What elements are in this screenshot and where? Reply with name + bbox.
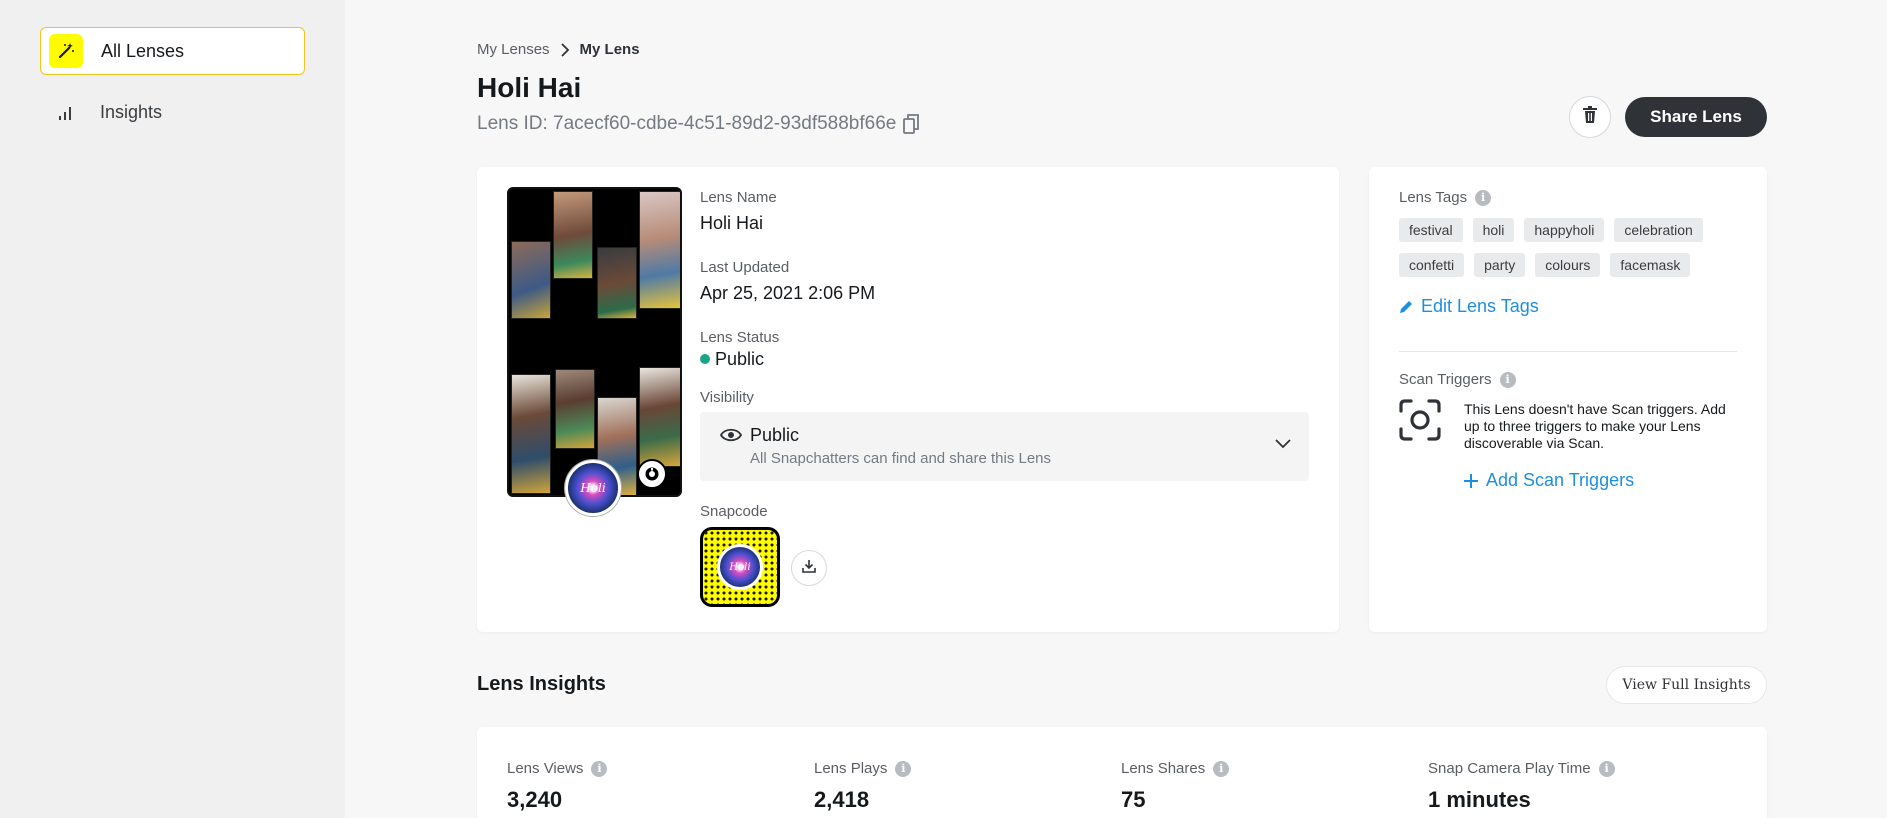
info-icon[interactable]: i (895, 760, 912, 777)
edit-lens-tags-label: Edit Lens Tags (1421, 296, 1539, 316)
tag-chip: facemask (1610, 253, 1691, 277)
stat-label-row: Lens Plays i (814, 760, 912, 777)
sidebar-item-label: Insights (100, 101, 163, 122)
add-scan-triggers-link[interactable]: Add Scan Triggers (1464, 470, 1634, 491)
stat-value: 1 minutes (1428, 787, 1531, 812)
lens-insights-title: Lens Insights (477, 673, 606, 695)
scan-triggers-label: Scan Triggers (1399, 371, 1492, 388)
stat-label-row: Lens Views i (507, 760, 608, 777)
tag-list: festival holi happyholi celebration conf… (1399, 218, 1749, 277)
scan-triggers-description: This Lens doesn't have Scan triggers. Ad… (1464, 401, 1726, 451)
pencil-icon (1399, 300, 1421, 314)
preview-tile (553, 191, 593, 279)
stat-label: Lens Plays (814, 760, 888, 777)
snapcode-image[interactable]: Holi (700, 527, 780, 607)
stat-label: Lens Views (507, 760, 584, 777)
breadcrumb-parent-link[interactable]: My Lenses (477, 41, 550, 58)
lens-id-text: Lens ID: 7acecf60-cdbe-4c51-89d2-93df588… (477, 113, 897, 134)
edit-lens-tags-link[interactable]: Edit Lens Tags (1399, 296, 1539, 317)
info-icon[interactable]: i (1213, 760, 1230, 777)
breadcrumb-current: My Lens (579, 41, 640, 58)
visibility-value: Public (750, 425, 800, 445)
stat-label-row: Lens Shares i (1121, 760, 1230, 777)
eye-icon (719, 427, 743, 448)
scan-triggers-heading: Scan Triggers i (1399, 371, 1516, 388)
tag-chip: happyholi (1524, 218, 1605, 242)
add-scan-triggers-label: Add Scan Triggers (1486, 470, 1635, 490)
download-snapcode-button[interactable] (791, 550, 827, 586)
scan-icon (1399, 399, 1441, 446)
lens-preview-image[interactable] (507, 187, 682, 497)
magic-wand-icon (49, 34, 83, 68)
stat-label: Lens Shares (1121, 760, 1206, 777)
snapcode-lens-icon: Holi (717, 544, 763, 590)
preview-tile (555, 369, 595, 449)
sidebar: All Lenses Insights (0, 0, 345, 818)
stat-lens-shares: Lens Shares i 75 (1121, 760, 1230, 813)
stat-label: Snap Camera Play Time (1428, 760, 1591, 777)
snapcode-icon-text: Holi (729, 561, 751, 573)
copy-icon[interactable] (903, 114, 920, 134)
view-full-insights-button[interactable]: View Full Insights (1606, 666, 1767, 704)
lens-details-card: Holi Lens Name Holi Hai Last Updated Apr… (477, 167, 1339, 632)
tag-chip: colours (1535, 253, 1601, 277)
stat-lens-views: Lens Views i 3,240 (507, 760, 608, 813)
camera-icon[interactable] (637, 459, 667, 489)
sidebar-item-insights[interactable]: Insights (40, 88, 305, 136)
last-updated-label: Last Updated (700, 259, 790, 276)
info-icon[interactable]: i (1475, 189, 1492, 206)
tag-chip: party (1474, 253, 1526, 277)
stat-value: 2,418 (814, 787, 870, 812)
visibility-label: Visibility (700, 389, 754, 406)
visibility-dropdown[interactable]: Public All Snapchatters can find and sha… (700, 412, 1309, 481)
lens-tags-label: Lens Tags (1399, 189, 1468, 206)
page-title: Holi Hai (477, 72, 582, 103)
last-updated-value: Apr 25, 2021 2:06 PM (700, 283, 876, 303)
trash-icon (1583, 106, 1597, 128)
tag-chip: celebration (1614, 218, 1703, 242)
preview-tile (511, 374, 551, 494)
stat-label-row: Snap Camera Play Time i (1428, 760, 1615, 777)
tag-chip: confetti (1399, 253, 1465, 277)
divider (1399, 351, 1737, 352)
lens-status-value: Public (715, 349, 765, 369)
sidebar-item-label: All Lenses (101, 40, 185, 61)
lens-status: Public (700, 349, 764, 370)
lens-name-label: Lens Name (700, 189, 777, 206)
preview-tile (511, 241, 551, 319)
tag-chip: holi (1472, 218, 1515, 242)
insights-stats-card: Lens Views i 3,240 Lens Plays i 2,418 Le… (477, 727, 1767, 818)
lens-icon-avatar: Holi (565, 460, 621, 516)
stat-snap-camera-play-time: Snap Camera Play Time i 1 minutes (1428, 760, 1615, 813)
stat-lens-plays: Lens Plays i 2,418 (814, 760, 912, 813)
lens-id: Lens ID: 7acecf60-cdbe-4c51-89d2-93df588… (477, 113, 920, 135)
stat-value: 3,240 (507, 787, 563, 812)
chevron-down-icon (1275, 436, 1291, 454)
bar-chart-icon (48, 95, 82, 129)
sidebar-item-all-lenses[interactable]: All Lenses (40, 27, 305, 75)
preview-tile (639, 191, 680, 309)
visibility-description: All Snapchatters can find and share this… (750, 450, 1052, 467)
share-lens-button[interactable]: Share Lens (1625, 97, 1767, 137)
lens-tags-card: Lens Tags i festival holi happyholi cele… (1369, 167, 1767, 632)
plus-icon (1464, 473, 1486, 488)
info-icon[interactable]: i (1598, 760, 1615, 777)
info-icon[interactable]: i (1499, 371, 1516, 388)
download-icon (802, 559, 816, 578)
lens-tags-heading: Lens Tags i (1399, 189, 1492, 206)
lens-name-value: Holi Hai (700, 213, 764, 233)
stat-value: 75 (1121, 787, 1146, 812)
tag-chip: festival (1399, 218, 1463, 242)
delete-button[interactable] (1569, 96, 1611, 138)
chevron-right-icon (560, 42, 570, 57)
snapcode-label: Snapcode (700, 503, 768, 520)
lens-status-label: Lens Status (700, 329, 780, 346)
lens-icon-text: Holi (580, 481, 606, 495)
preview-tile (639, 367, 680, 467)
breadcrumb: My Lenses My Lens (477, 41, 640, 58)
info-icon[interactable]: i (591, 760, 608, 777)
preview-tile (597, 247, 637, 319)
status-dot (700, 354, 710, 365)
